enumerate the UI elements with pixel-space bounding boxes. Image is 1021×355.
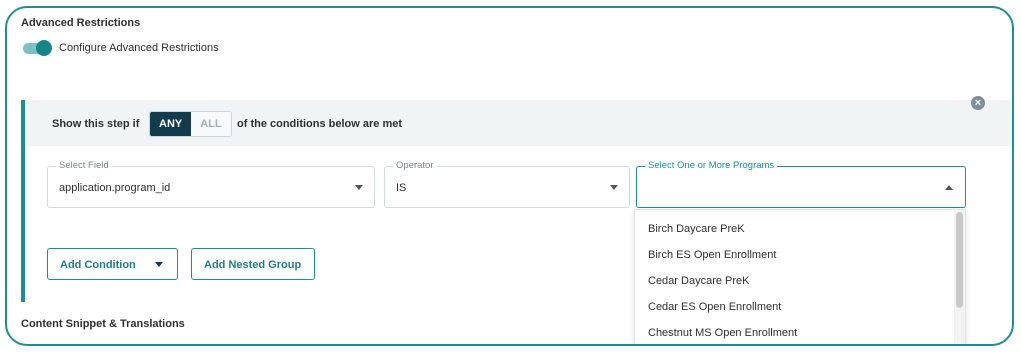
add-nested-group-label: Add Nested Group [204,259,302,271]
select-field-value: application.program_id [59,182,171,194]
select-field-legend: Select Field [56,160,112,172]
advanced-restrictions-toggle[interactable] [21,40,53,56]
match-all-button[interactable]: ALL [191,112,231,136]
toggle-label: Configure Advanced Restrictions [59,42,219,54]
programs-dropdown-menu: Birch Daycare PreK Birch ES Open Enrollm… [634,209,966,344]
program-option[interactable]: Chestnut MS Open Enrollment [635,320,965,344]
programs-legend: Select One or More Programs [645,160,778,172]
toggle-knob [36,40,52,56]
add-condition-button[interactable]: Add Condition [47,248,178,280]
advanced-restrictions-card: Advanced Restrictions Configure Advanced… [5,6,1014,346]
dropdown-scrollbar[interactable] [956,212,963,308]
section-title: Advanced Restrictions [21,17,141,29]
conditions-met-text: of the conditions below are met [237,118,403,130]
add-nested-group-button[interactable]: Add Nested Group [191,248,315,280]
operator-value: IS [396,182,407,194]
content-snippet-section-title: Content Snippet & Translations [21,318,185,330]
select-field-dropdown[interactable]: Select Field application.program_id [47,160,375,208]
chevron-down-icon [155,262,163,267]
match-mode-toggle: ANY ALL [149,111,232,137]
condition-group-header: Show this step if ANY ALL of the conditi… [25,100,1012,146]
remove-condition-icon[interactable]: × [971,96,985,110]
program-option[interactable]: Cedar Daycare PreK [635,268,965,294]
operator-dropdown[interactable]: Operator IS [384,160,630,208]
program-option[interactable]: Birch Daycare PreK [635,216,965,242]
operator-legend: Operator [393,160,437,172]
chevron-down-icon [610,185,618,190]
show-step-text: Show this step if [52,118,140,130]
program-option[interactable]: Cedar ES Open Enrollment [635,294,965,320]
programs-multiselect[interactable]: Select One or More Programs [636,160,966,208]
program-option[interactable]: Birch ES Open Enrollment [635,242,965,268]
chevron-up-icon [945,185,953,190]
add-condition-label: Add Condition [60,259,136,271]
chevron-down-icon [355,185,363,190]
match-any-button[interactable]: ANY [150,112,192,136]
